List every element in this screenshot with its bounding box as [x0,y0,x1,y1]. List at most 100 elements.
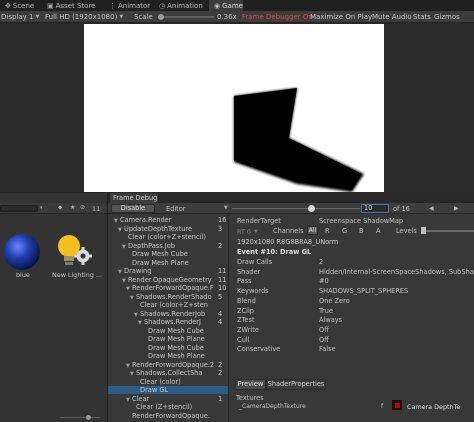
tree-row[interactable]: ▼ DepthPass.Job [122,242,214,250]
tab-animator[interactable]: ⋮ Animator [104,0,154,11]
tab-preview[interactable]: Preview [235,379,266,390]
game-render-output[interactable] [84,24,384,192]
tree-row[interactable]: ▼ Camera.Render [114,216,214,224]
asset-blue-label: blue [16,271,30,279]
property-key: ZTest [237,316,255,325]
event-number-input[interactable]: 10 [361,204,389,213]
tree-row[interactable]: Draw Mesh Plane [142,335,214,343]
tree-row[interactable]: RenderForwardOpaque. [126,412,214,420]
chevron-down-icon[interactable]: ▾ [40,205,43,211]
tab-game[interactable]: ◉ Game [209,0,243,11]
tree-row-label: RenderForwardOpaque.2 [132,360,214,369]
tree-row-label: Draw Mesh Plane [132,258,189,267]
property-key: Pass [237,277,252,286]
stats-toggle[interactable]: Stats [413,13,431,21]
tree-row[interactable]: ▼ Drawing [118,267,214,275]
tree-row[interactable]: ▼ RenderForwardOpaque.F [126,284,214,292]
resolution-dropdown[interactable]: Full HD (1920x1080) [45,13,117,21]
previous-event-icon[interactable]: ◀ [429,205,434,212]
scale-slider[interactable] [158,14,214,20]
channel-b-button[interactable]: B [359,227,364,235]
tab-asset-store[interactable]: ▣ Asset Store [42,0,104,11]
asset-store-icon: ▣ [47,1,54,10]
project-search-input[interactable] [0,205,38,212]
tree-row[interactable]: ▼ Clear [126,395,214,403]
tree-row[interactable]: Clear (color+Z+sten [134,301,214,309]
tree-row[interactable]: Draw Mesh Cube [126,250,214,258]
tab-animation-label: Animation [167,1,203,10]
shadow-render-svg [234,88,364,192]
channel-all-button[interactable]: All [307,226,318,235]
splitter[interactable] [228,214,229,422]
tree-row-label: Shadows.RenderShado [136,292,212,301]
chevron-down-icon: ▼ [119,14,124,20]
tree-row-count: 2 [218,369,223,377]
tree-row-count: 3 [218,224,223,233]
tag-icon[interactable]: ⬥ [58,204,62,212]
tree-row[interactable]: ▼ Shadows.RenderJob [134,310,214,318]
scale-value: 0.36x [217,13,237,21]
game-view [0,24,474,192]
scale-slider-thumb[interactable] [158,14,164,20]
game-icon: ◉ [214,1,221,10]
tab-animation[interactable]: ◷ Animation [154,0,209,11]
channel-r-button[interactable]: R [325,227,330,235]
tree-row[interactable]: ▼ Render.OpaqueGeometry [122,276,214,284]
property-value: SHADOWS_SPLIT_SPHERES [319,287,409,296]
frame-debug-tab-strip: Frame Debug [108,193,474,203]
event-slider[interactable] [232,205,360,212]
tree-row[interactable]: ▼ Shadows.RenderJ [138,318,214,326]
render-target-format: 1920x1080 R8G8B8A8_UNorm [237,238,339,246]
project-panel: ▾ ⬥ ★ ⊘ 11 blue New Lighting ... [0,193,107,422]
tree-row[interactable]: Draw Mesh Cube [142,344,214,352]
tree-row[interactable]: ▼ Shadows.CollectSha [130,369,214,377]
eye-icon[interactable]: ⊘ [80,204,85,211]
tab-frame-debug[interactable]: Frame Debug [110,193,158,203]
tree-row[interactable]: ▼ RenderForwardOpaque.2 [126,361,214,369]
render-target-label: RenderTarget [237,217,281,225]
tree-row[interactable]: ▼ UpdateDepthTexture [118,225,214,233]
tree-row[interactable]: ▼ Shadows.RenderShado [130,293,214,301]
thumbnail-size-slider[interactable] [60,415,100,420]
tree-row-label: Shadows.RenderJob [140,309,206,318]
star-icon[interactable]: ★ [70,204,75,211]
tree-row-count: 16 [218,216,227,224]
property-value: Off [319,325,329,334]
tab-shader-properties[interactable]: ShaderProperties [266,379,326,390]
channel-g-button[interactable]: G [342,227,347,235]
property-value: False [319,345,336,354]
channel-a-button[interactable]: A [376,227,381,235]
tree-row[interactable]: Clear (Z+stencil) [130,403,214,411]
asset-new-lighting[interactable]: New Lighting ... [47,230,105,280]
levels-slider[interactable] [421,227,474,234]
tree-row-label: UpdateDepthTexture [124,224,193,233]
disable-button[interactable]: Disable [111,204,155,213]
tree-row-count: 11 [218,267,227,275]
rt-dropdown[interactable]: RT 0 ▼ [237,227,271,236]
maximize-on-play-toggle[interactable]: Maximize On Play [310,13,372,21]
event-slider-thumb[interactable] [308,205,315,212]
editor-dropdown[interactable]: Editor [166,205,186,213]
tab-scene[interactable]: ✥ Scene [0,0,42,11]
gizmos-dropdown[interactable]: Gizmos [434,13,460,21]
tree-row[interactable]: Draw GL [134,386,214,394]
property-value: 2 [319,258,324,266]
tree-row[interactable]: Draw Mesh Plane [126,259,214,267]
tree-row[interactable]: Clear (color) [134,378,214,386]
next-event-icon[interactable]: ▶ [454,205,459,212]
frame-debugger-on-button[interactable]: Frame Debugger On [242,13,313,21]
channels-label: Channels [273,227,304,235]
tree-row-label: Draw Mesh Cube [148,343,204,352]
tree-row[interactable]: Draw Mesh Cube [142,327,214,335]
asset-new-lighting-label: New Lighting ... [52,271,102,279]
tree-row[interactable]: Draw Mesh Plane [142,352,214,360]
texture-name: _CameraDepthTexture [239,403,306,410]
tree-row-label: Camera.Render [120,216,172,224]
mute-audio-toggle[interactable]: Mute Audio [372,13,412,21]
asset-blue[interactable]: blue [0,230,44,280]
frame-debug-toolbar: Disable Editor ▼ 10 of 16 ◀ ▶ [108,203,474,214]
hidden-count: 11 [92,205,101,213]
tree-row[interactable]: Clear (color+Z+stencil) [122,233,214,241]
animator-icon: ⋮ [109,1,116,10]
display-dropdown[interactable]: Display 1 [1,13,33,21]
